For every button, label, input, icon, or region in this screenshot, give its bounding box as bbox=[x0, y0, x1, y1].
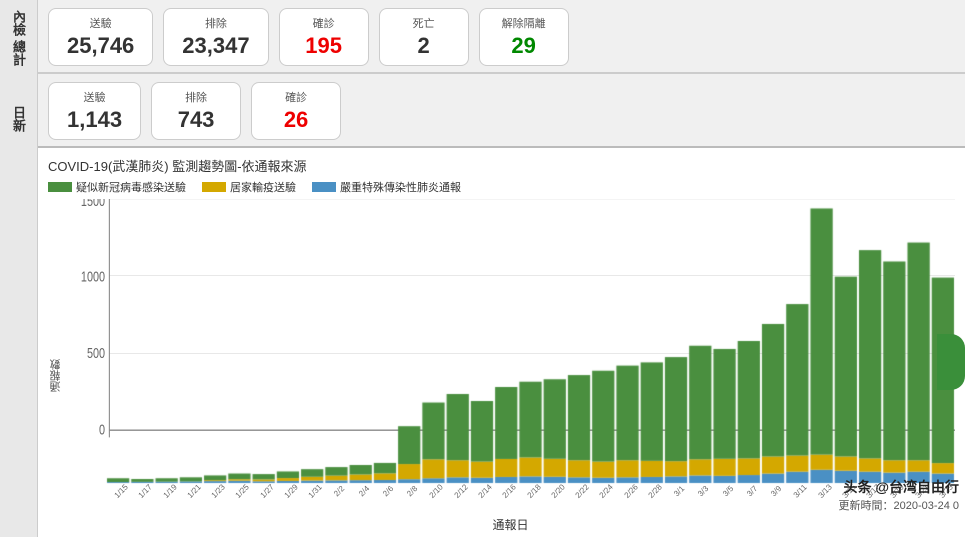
daily-stats-row: 送驗 1,143 排除 743 確診 26 bbox=[38, 74, 965, 148]
content-area: 送驗 25,746 排除 23,347 確診 195 死亡 2 bbox=[38, 0, 965, 537]
stat-value-jiechu-total: 29 bbox=[498, 33, 550, 59]
label-zongji: 總計 bbox=[9, 40, 28, 66]
watermark-site: 头条 @台湾自由行 bbox=[839, 477, 959, 497]
chart-title: COVID-19(武漢肺炎) 監測趨勢圖-依通報來源 bbox=[48, 156, 955, 175]
legend-yellow-label: 居家輸疫送驗 bbox=[230, 179, 296, 195]
stat-value-quezhen-total: 195 bbox=[298, 33, 350, 59]
stat-label-siwang-total: 死亡 bbox=[398, 15, 450, 31]
y-axis-label: 通報數 bbox=[48, 199, 64, 533]
chart-plot-wrapper: 0 500 1000 1500 bbox=[66, 199, 955, 488]
x-axis-label: 通報日 bbox=[66, 516, 955, 533]
legend-yellow-box bbox=[202, 182, 226, 192]
watermark: 头条 @台湾自由行 更新時間：2020-03-24 0 bbox=[839, 477, 959, 513]
chart-legend: 疑似新冠病毒感染送驗 居家輸疫送驗 嚴重特殊傳染性肺炎通報 bbox=[48, 179, 955, 195]
stat-value-paichu-daily: 743 bbox=[170, 107, 222, 133]
chart-inner: 0 500 1000 1500 1/151/171/191/211/231/25… bbox=[66, 199, 955, 533]
daily-stats-cards: 送驗 1,143 排除 743 確診 26 bbox=[48, 82, 955, 140]
stat-card-daily-paichu: 排除 743 bbox=[151, 82, 241, 140]
label-neijian: 內檢 bbox=[9, 10, 28, 36]
stat-label-quezhen-total: 確診 bbox=[298, 15, 350, 31]
stat-label-paichu-daily: 排除 bbox=[170, 89, 222, 105]
legend-blue-box bbox=[312, 182, 336, 192]
label-rixin: 日新 bbox=[9, 106, 28, 132]
legend-green: 疑似新冠病毒感染送驗 bbox=[48, 179, 186, 195]
green-circle-button[interactable] bbox=[937, 334, 965, 390]
watermark-time: 更新時間：2020-03-24 0 bbox=[839, 497, 959, 513]
left-label-column: 內檢 總計 日新 bbox=[0, 0, 38, 537]
stat-card-total-siwang: 死亡 2 bbox=[379, 8, 469, 66]
stat-label-jiechu-total: 解除隔離 bbox=[498, 15, 550, 31]
stat-label-sonyan-daily: 送驗 bbox=[67, 89, 122, 105]
stat-value-paichu-total: 23,347 bbox=[182, 33, 249, 59]
stat-card-total-sonyan: 送驗 25,746 bbox=[48, 8, 153, 66]
main-container: 內檢 總計 日新 送驗 25,746 排除 23,347 確診 bbox=[0, 0, 965, 537]
legend-yellow: 居家輸疫送驗 bbox=[202, 179, 296, 195]
chart-section: COVID-19(武漢肺炎) 監測趨勢圖-依通報來源 疑似新冠病毒感染送驗 居家… bbox=[38, 148, 965, 537]
stat-card-daily-quezhen: 確診 26 bbox=[251, 82, 341, 140]
stat-card-daily-sonyan: 送驗 1,143 bbox=[48, 82, 141, 140]
total-stats-cards: 送驗 25,746 排除 23,347 確診 195 死亡 2 bbox=[48, 8, 955, 66]
stat-value-siwang-total: 2 bbox=[398, 33, 450, 59]
legend-blue: 嚴重特殊傳染性肺炎通報 bbox=[312, 179, 461, 195]
bar-canvas bbox=[66, 199, 955, 488]
legend-green-box bbox=[48, 182, 72, 192]
legend-green-label: 疑似新冠病毒感染送驗 bbox=[76, 179, 186, 195]
stat-value-quezhen-daily: 26 bbox=[270, 107, 322, 133]
stat-card-total-jiechu: 解除隔離 29 bbox=[479, 8, 569, 66]
stat-label-quezhen-daily: 確診 bbox=[270, 89, 322, 105]
stat-value-sonyan-daily: 1,143 bbox=[67, 107, 122, 133]
stat-value-sonyan-total: 25,746 bbox=[67, 33, 134, 59]
stat-label-sonyan-total: 送驗 bbox=[67, 15, 134, 31]
stat-card-total-paichu: 排除 23,347 bbox=[163, 8, 268, 66]
stat-card-total-quezhen: 確診 195 bbox=[279, 8, 369, 66]
stat-label-paichu-total: 排除 bbox=[182, 15, 249, 31]
chart-container: 通報數 bbox=[48, 199, 955, 533]
legend-blue-label: 嚴重特殊傳染性肺炎通報 bbox=[340, 179, 461, 195]
x-axis-ticks: 1/151/171/191/211/231/251/271/291/312/22… bbox=[106, 488, 955, 514]
total-stats-row: 送驗 25,746 排除 23,347 確診 195 死亡 2 bbox=[38, 0, 965, 74]
